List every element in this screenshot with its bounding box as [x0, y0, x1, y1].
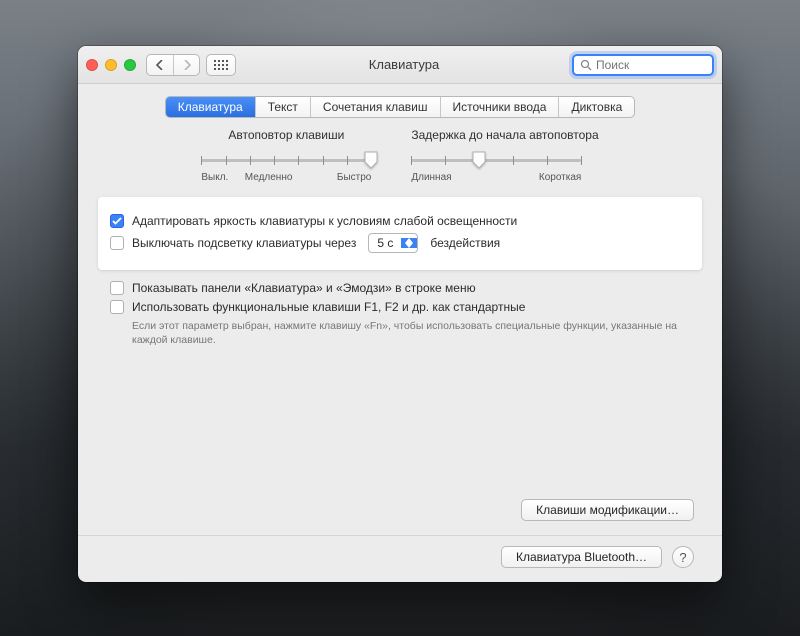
- delay-label-short: Короткая: [539, 172, 581, 183]
- tab-input-sources[interactable]: Источники ввода: [440, 97, 559, 117]
- window-title: Клавиатура: [236, 57, 572, 72]
- bluetooth-keyboard-button[interactable]: Клавиатура Bluetooth…: [501, 546, 662, 568]
- tab-keyboard[interactable]: Клавиатура: [166, 97, 255, 117]
- backlight-options-highlight: Адаптировать яркость клавиатуры к услови…: [98, 197, 702, 270]
- key-repeat-slider[interactable]: [201, 152, 371, 168]
- content-area: Автоповтор клавиши Выкл. Медленно Быстро…: [78, 128, 722, 582]
- backlight-timeout-value: 5 с: [369, 236, 401, 250]
- delay-label-long: Длинная: [411, 172, 451, 183]
- delay-title: Задержка до начала автоповтора: [411, 128, 598, 142]
- fn-standard-row[interactable]: Использовать функциональные клавиши F1, …: [110, 300, 690, 314]
- select-stepper-icon[interactable]: [401, 238, 417, 248]
- preferences-window: Клавиатура Клавиатура Текст Сочетания кл…: [78, 46, 722, 582]
- back-button[interactable]: [147, 55, 173, 75]
- divider: [78, 535, 722, 536]
- fn-standard-label: Использовать функциональные клавиши F1, …: [132, 300, 525, 314]
- modifier-keys-button[interactable]: Клавиши модификации…: [521, 499, 694, 521]
- tab-dictation[interactable]: Диктовка: [558, 97, 634, 117]
- backlight-off-label-before: Выключать подсветку клавиатуры через: [132, 236, 356, 250]
- show-all-button[interactable]: [206, 54, 236, 76]
- fn-standard-hint: Если этот параметр выбран, нажмите клави…: [132, 319, 690, 347]
- backlight-off-row[interactable]: Выключать подсветку клавиатуры через 5 с…: [110, 233, 690, 253]
- backlight-timeout-select[interactable]: 5 с: [368, 233, 418, 253]
- show-viewers-checkbox[interactable]: [110, 281, 124, 295]
- adjust-brightness-label: Адаптировать яркость клавиатуры к услови…: [132, 214, 517, 228]
- nav-back-forward: [146, 54, 200, 76]
- key-repeat-title: Автоповтор клавиши: [201, 128, 371, 142]
- tab-text[interactable]: Текст: [255, 97, 310, 117]
- adjust-brightness-checkbox[interactable]: [110, 214, 124, 228]
- delay-slider-group: Задержка до начала автоповтора Длинная К…: [411, 128, 598, 183]
- tab-bar: Клавиатура Текст Сочетания клавиш Источн…: [78, 96, 722, 118]
- repeat-label-fast: Быстро: [337, 172, 371, 183]
- repeat-label-off: Выкл.: [201, 172, 228, 183]
- minimize-window-button[interactable]: [105, 59, 117, 71]
- search-input[interactable]: [596, 58, 706, 72]
- repeat-label-slow: Медленно: [245, 172, 293, 183]
- key-repeat-slider-group: Автоповтор клавиши Выкл. Медленно Быстро: [201, 128, 371, 183]
- help-button[interactable]: ?: [672, 546, 694, 568]
- search-icon: [580, 59, 592, 71]
- titlebar: Клавиатура: [78, 46, 722, 84]
- window-controls: [86, 59, 136, 71]
- fullscreen-window-button[interactable]: [124, 59, 136, 71]
- show-viewers-row[interactable]: Показывать панели «Клавиатура» и «Эмодзи…: [110, 281, 690, 295]
- close-window-button[interactable]: [86, 59, 98, 71]
- tab-shortcuts[interactable]: Сочетания клавиш: [310, 97, 440, 117]
- fn-standard-checkbox[interactable]: [110, 300, 124, 314]
- key-repeat-knob[interactable]: [364, 151, 378, 169]
- adjust-brightness-row[interactable]: Адаптировать яркость клавиатуры к услови…: [110, 214, 690, 228]
- delay-slider[interactable]: [411, 152, 581, 168]
- backlight-off-label-after: бездействия: [430, 236, 500, 250]
- search-field[interactable]: [572, 54, 714, 76]
- show-viewers-label: Показывать панели «Клавиатура» и «Эмодзи…: [132, 281, 476, 295]
- delay-knob[interactable]: [472, 151, 486, 169]
- forward-button[interactable]: [173, 55, 199, 75]
- backlight-off-checkbox[interactable]: [110, 236, 124, 250]
